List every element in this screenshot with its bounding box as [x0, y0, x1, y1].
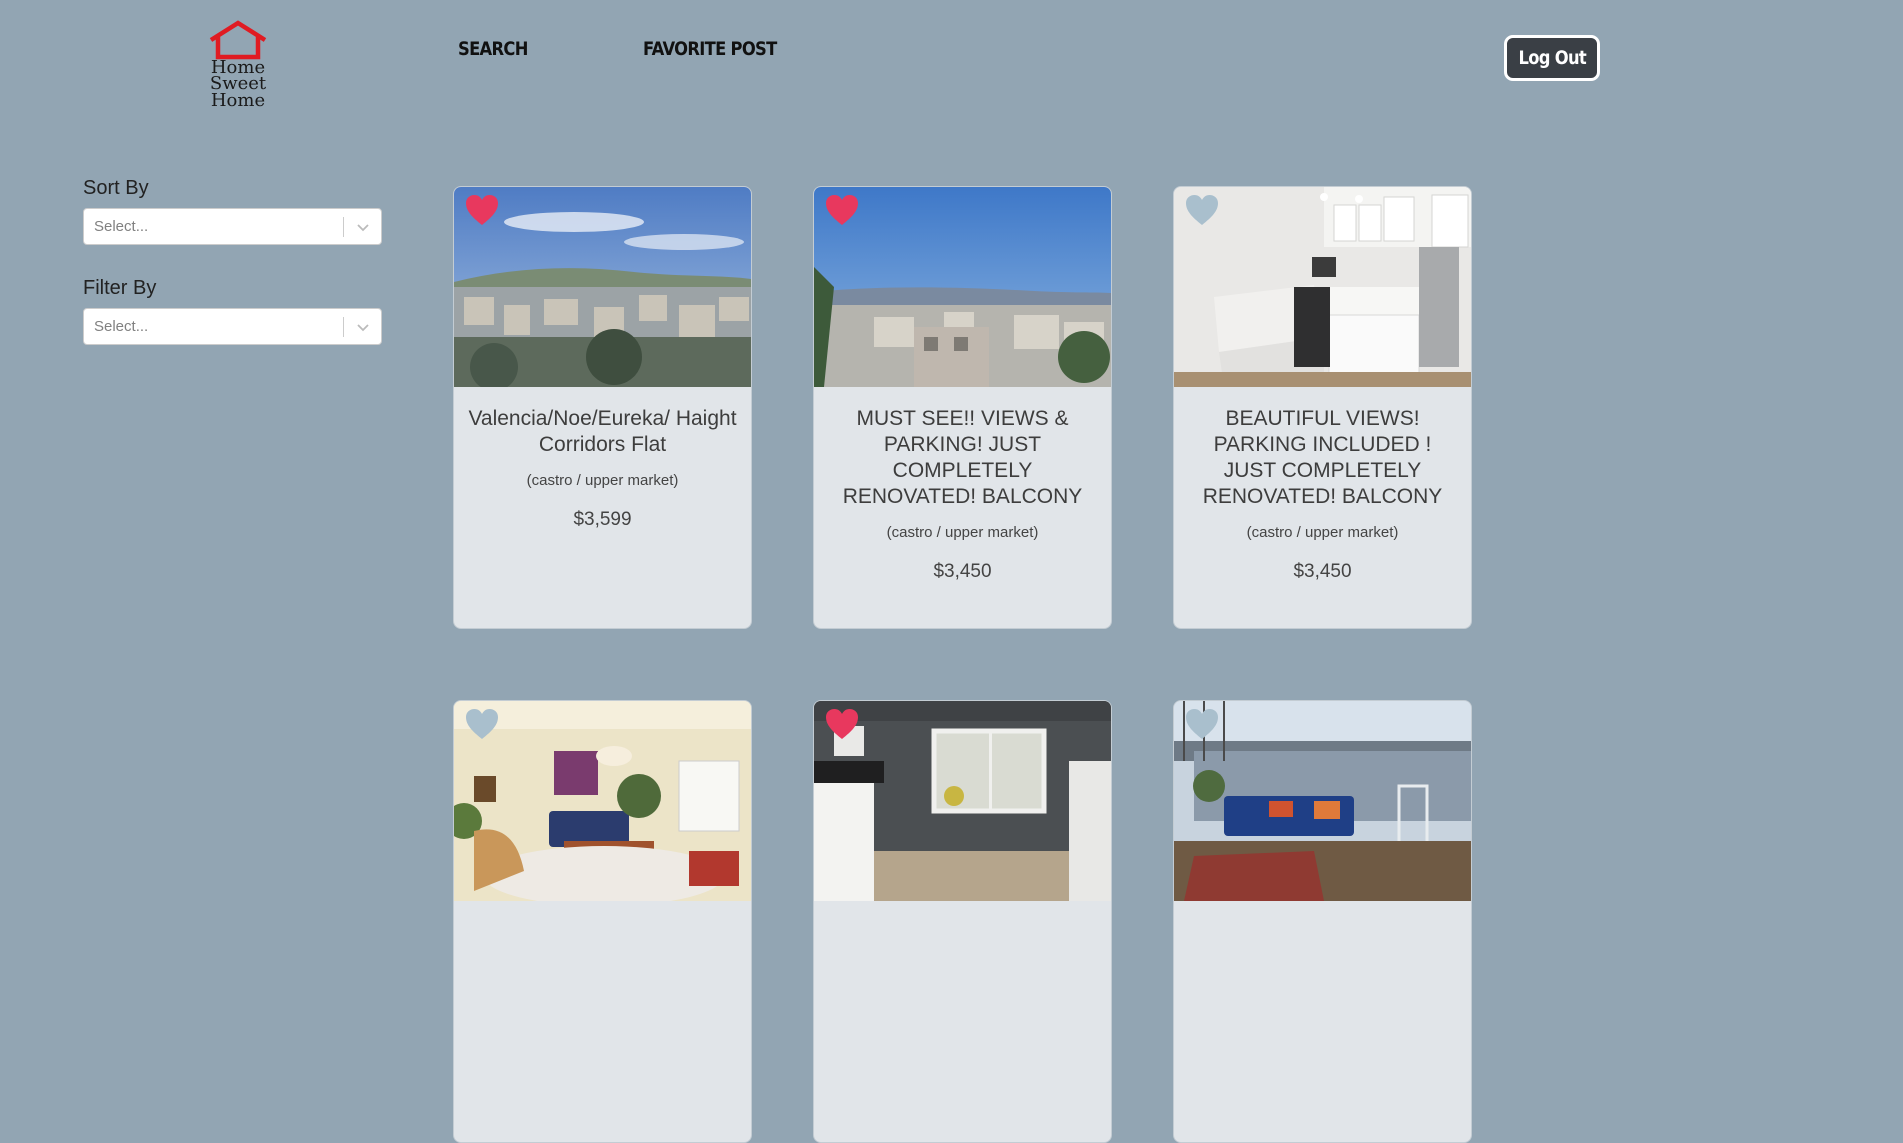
select-separator — [343, 217, 344, 237]
listing-card[interactable]: BEAUTIFUL VIEWS! PARKING INCLUDED ! JUST… — [1173, 186, 1472, 629]
listing-price: $3,450 — [1293, 561, 1352, 582]
sort-by-placeholder: Select... — [94, 218, 149, 235]
house-icon — [209, 20, 267, 60]
listing-card[interactable]: Valencia/Noe/Eureka/ Haight Corridors Fl… — [453, 186, 752, 629]
filter-by-label: Filter By — [83, 277, 157, 299]
favorite-heart-icon[interactable] — [464, 707, 500, 741]
select-separator — [343, 317, 344, 337]
listing-location: (castro / upper market) — [526, 472, 679, 489]
listing-card[interactable] — [1173, 700, 1472, 1143]
listing-card[interactable] — [813, 700, 1112, 1143]
listing-price: $3,450 — [933, 561, 992, 582]
listing-price: $3,599 — [573, 509, 632, 530]
listing-body: BEAUTIFUL VIEWS! PARKING INCLUDED ! JUST… — [1174, 387, 1471, 583]
listing-body: Valencia/Noe/Eureka/ Haight Corridors Fl… — [454, 387, 751, 531]
listing-title: MUST SEE!! VIEWS & PARKING! JUST COMPLET… — [842, 407, 1083, 508]
listing-body — [454, 901, 751, 920]
listing-location: (castro / upper market) — [1246, 524, 1399, 541]
filter-by-placeholder: Select... — [94, 318, 149, 335]
log-out-button[interactable]: Log Out — [1504, 35, 1600, 81]
listing-body: MUST SEE!! VIEWS & PARKING! JUST COMPLET… — [814, 387, 1111, 583]
favorite-heart-icon[interactable] — [824, 193, 860, 227]
listing-title: Valencia/Noe/Eureka/ Haight Corridors Fl… — [468, 407, 737, 456]
brand-line-2: Sweet Home — [209, 73, 267, 111]
favorite-heart-icon[interactable] — [464, 193, 500, 227]
listing-card[interactable] — [453, 700, 752, 1143]
favorite-heart-icon[interactable] — [824, 707, 860, 741]
listing-location: (castro / upper market) — [886, 524, 1039, 541]
favorite-heart-icon[interactable] — [1184, 707, 1220, 741]
sort-by-select[interactable]: Select... — [83, 208, 382, 245]
nav-search-link[interactable]: SEARCH — [458, 38, 528, 60]
chevron-down-icon[interactable] — [356, 220, 370, 234]
log-out-label: Log Out — [1518, 47, 1586, 69]
sort-by-label: Sort By — [83, 177, 149, 199]
listing-body — [814, 901, 1111, 920]
listing-card[interactable]: MUST SEE!! VIEWS & PARKING! JUST COMPLET… — [813, 186, 1112, 629]
home-sweet-home-logo[interactable]: Home Sweet Home — [180, 20, 296, 111]
nav-favorite-post-link[interactable]: FAVORITE POST — [643, 38, 777, 60]
favorite-heart-icon[interactable] — [1184, 193, 1220, 227]
chevron-down-icon[interactable] — [356, 320, 370, 334]
filter-by-select[interactable]: Select... — [83, 308, 382, 345]
listing-body — [1174, 901, 1471, 920]
listing-title: BEAUTIFUL VIEWS! PARKING INCLUDED ! JUST… — [1202, 407, 1443, 508]
